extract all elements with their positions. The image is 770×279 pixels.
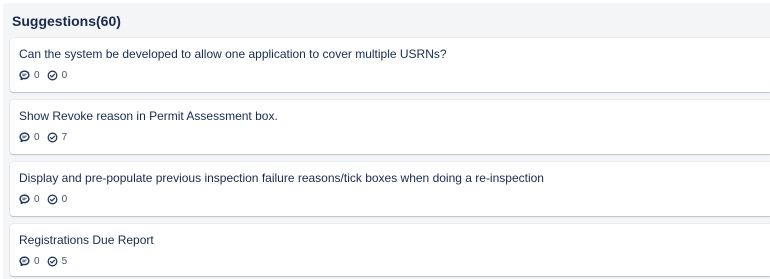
comment-icon <box>19 131 30 143</box>
comment-count-value: 0 <box>34 193 40 205</box>
comment-icon <box>19 193 30 205</box>
suggestion-card[interactable]: Display and pre-populate previous inspec… <box>10 162 770 216</box>
comment-count: 0 <box>19 132 40 143</box>
comment-count: 0 <box>19 194 40 205</box>
vote-count: 0 <box>47 69 68 81</box>
comment-count-value: 0 <box>34 131 40 143</box>
comment-count-value: 0 <box>34 69 40 81</box>
vote-count-value: 0 <box>61 69 68 81</box>
suggestion-title[interactable]: Registrations Due Report <box>19 233 154 247</box>
vote-count: 0 <box>47 193 68 205</box>
suggestion-meta: 0 7 <box>19 130 67 144</box>
check-circle-icon <box>47 194 58 205</box>
suggestion-title[interactable]: Can the system be developed to allow one… <box>19 47 447 61</box>
check-circle-icon <box>47 70 58 81</box>
comment-icon <box>19 255 30 267</box>
suggestion-meta: 0 0 <box>19 192 67 206</box>
panel-title: Suggestions(60) <box>12 13 121 29</box>
suggestion-meta: 0 5 <box>19 254 67 268</box>
vote-count: 7 <box>47 131 68 143</box>
suggestion-card[interactable]: Show Revoke reason in Permit Assessment … <box>10 100 770 154</box>
comment-count: 0 <box>19 70 40 81</box>
comment-count: 0 <box>19 256 40 267</box>
check-circle-icon <box>47 132 58 143</box>
vote-count-value: 0 <box>61 193 68 205</box>
comment-count-value: 0 <box>34 255 40 267</box>
check-circle-icon <box>47 256 58 267</box>
comment-icon <box>19 69 30 81</box>
suggestion-title[interactable]: Display and pre-populate previous inspec… <box>19 171 544 185</box>
suggestion-meta: 0 0 <box>19 68 67 82</box>
suggestion-card[interactable]: Can the system be developed to allow one… <box>10 38 770 92</box>
suggestion-card[interactable]: Registrations Due Report 0 5 <box>10 224 770 276</box>
suggestion-title[interactable]: Show Revoke reason in Permit Assessment … <box>19 109 278 123</box>
suggestions-panel: Suggestions(60) Can the system be develo… <box>3 3 770 279</box>
vote-count-value: 5 <box>61 255 68 267</box>
vote-count-value: 7 <box>61 131 68 143</box>
vote-count: 5 <box>47 255 68 267</box>
